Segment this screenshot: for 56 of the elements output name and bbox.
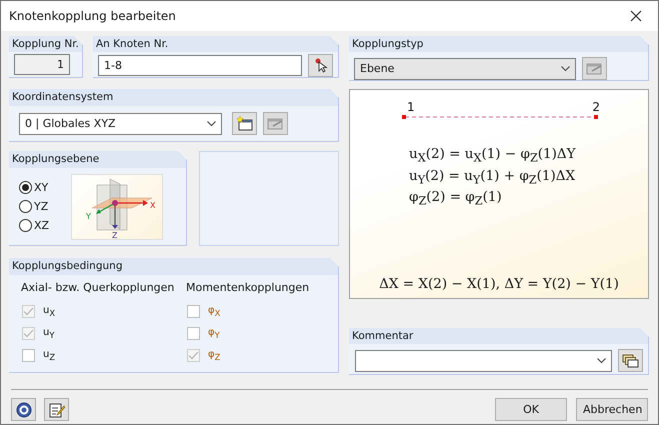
notepad-pencil-icon bbox=[48, 402, 64, 418]
windows-stack-icon bbox=[622, 354, 639, 368]
edit-window-icon bbox=[267, 117, 284, 130]
group-title: Momentenkopplungen bbox=[186, 281, 310, 294]
panel-title: Kopplungsbedingung bbox=[9, 258, 338, 275]
equation: φ$_{Z}$(2) = φ$_{Z}$(1) bbox=[409, 189, 503, 208]
panel-title: Kopplung Nr. bbox=[9, 36, 82, 52]
panel-title: An Knoten Nr. bbox=[93, 36, 338, 52]
panel-title: Kopplungstyp bbox=[349, 36, 648, 52]
checkbox-label: φ$_{X}$ bbox=[208, 304, 220, 318]
axis-label: Y bbox=[86, 212, 91, 220]
comment-library-button[interactable] bbox=[618, 349, 643, 372]
chevron-down-icon bbox=[207, 120, 216, 126]
node-label: 2 bbox=[592, 100, 600, 114]
coordinate-system-dropdown[interactable]: 0 | Globales XYZ bbox=[19, 112, 222, 134]
equation: ΔX = X(2) − X(1), ΔY = Y(2) − Y(1) bbox=[378, 276, 620, 292]
dialog-button[interactable]: OK bbox=[495, 398, 567, 421]
axis-label: Z bbox=[112, 230, 118, 238]
number-field: 1 bbox=[14, 54, 70, 75]
checkbox-label: u$_{Z}$ bbox=[43, 348, 56, 362]
checkbox-label: φ$_{Y}$ bbox=[208, 326, 220, 340]
help-icon bbox=[16, 402, 32, 418]
help-button[interactable] bbox=[11, 398, 36, 421]
dialog-button[interactable]: Abbrechen bbox=[576, 398, 648, 421]
group-title: Axial- bzw. Querkopplungen bbox=[21, 281, 176, 294]
chevron-down-icon bbox=[561, 66, 570, 72]
pick-button[interactable] bbox=[308, 54, 333, 77]
equation: u$_{Y}$(2) = u$_{Y}$(1) + φ$_{Z}$(1)ΔX bbox=[409, 168, 576, 186]
radio-option[interactable]: YZ bbox=[19, 200, 50, 213]
coupling-type-dropdown[interactable]: Ebene bbox=[354, 58, 576, 80]
chevron-down-icon bbox=[597, 358, 606, 364]
checkbox-label: u$_{X}$ bbox=[43, 304, 56, 318]
new-button[interactable] bbox=[232, 112, 257, 135]
checkbox[interactable] bbox=[187, 304, 200, 318]
cursor-pick-icon bbox=[313, 58, 328, 73]
window-title: Knotenkopplung bearbeiten bbox=[9, 9, 176, 23]
axis-label: X bbox=[150, 200, 156, 210]
notes-button[interactable] bbox=[44, 398, 69, 421]
radio-option[interactable]: XY bbox=[19, 181, 50, 194]
nodes-input-field[interactable]: 1-8 bbox=[98, 55, 302, 76]
equation: u$_{X}$(2) = u$_{X}$(1) − φ$_{Z}$(1)ΔY bbox=[409, 146, 577, 165]
checkbox[interactable] bbox=[22, 348, 35, 362]
checkbox-label: φ$_{Z}$ bbox=[208, 348, 220, 362]
close-icon bbox=[630, 10, 642, 22]
radio-option[interactable]: XZ bbox=[19, 219, 50, 232]
checkbox[interactable] bbox=[187, 326, 200, 340]
edit-button[interactable] bbox=[263, 112, 288, 135]
edit-button[interactable] bbox=[582, 57, 607, 80]
new-window-icon bbox=[236, 116, 253, 131]
checkbox-label: u$_{Y}$ bbox=[43, 326, 54, 340]
panel-title: Kopplungsebene bbox=[9, 151, 186, 168]
panel-title: Koordinatensystem bbox=[9, 89, 338, 106]
node-label: 1 bbox=[407, 100, 415, 114]
edit-window-icon bbox=[586, 62, 603, 75]
panel-title: Kommentar bbox=[349, 328, 648, 344]
comment-dropdown[interactable] bbox=[355, 350, 612, 372]
